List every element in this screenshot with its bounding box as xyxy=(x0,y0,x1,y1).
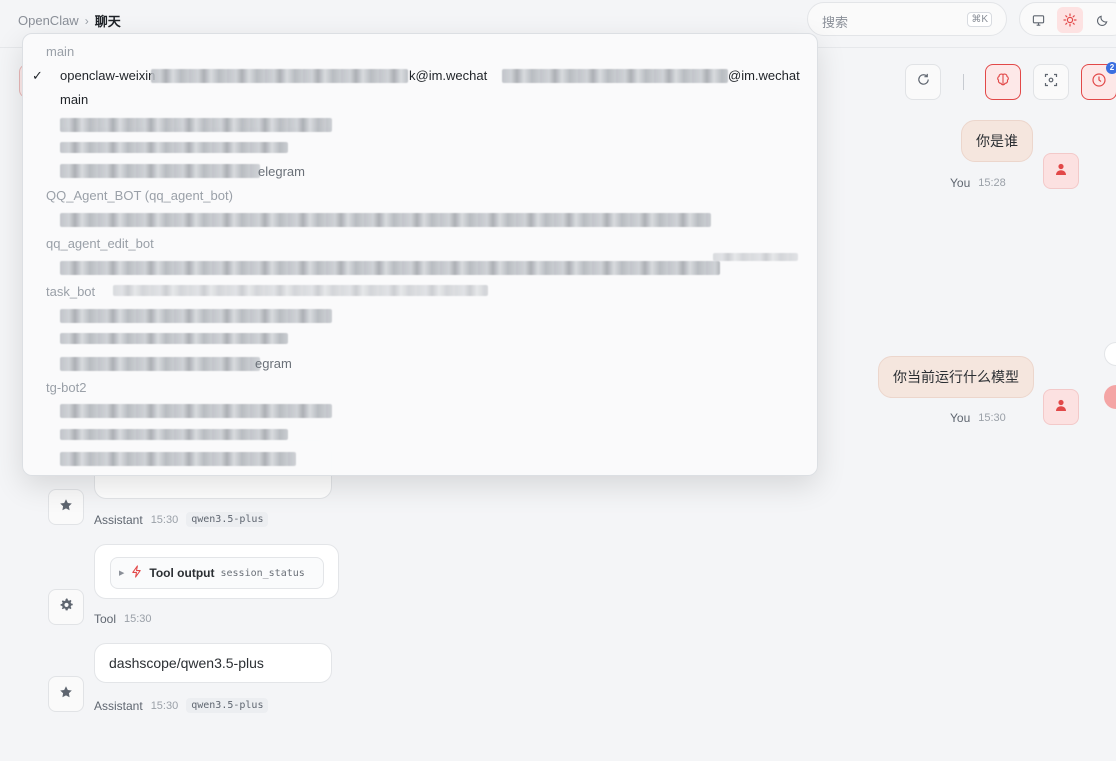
message-meta: You 15:28 xyxy=(950,176,1006,190)
redacted-text xyxy=(151,69,408,83)
floating-action-button[interactable] xyxy=(1104,385,1116,409)
redacted-item[interactable] xyxy=(60,118,332,132)
redacted-item[interactable] xyxy=(60,213,711,227)
message-time: 15:30 xyxy=(124,613,152,625)
avatar xyxy=(48,489,84,525)
dropdown-group-label: QQ_Agent_BOT (qq_agent_bot) xyxy=(46,188,233,203)
dropdown-item-suffix: egram xyxy=(255,356,292,371)
message-text: 你是谁 xyxy=(976,133,1018,149)
sender-name: Tool xyxy=(94,612,117,626)
avatar xyxy=(1043,153,1079,189)
redacted-item[interactable] xyxy=(60,429,288,440)
redacted-item[interactable] xyxy=(60,404,332,418)
redacted-item[interactable] xyxy=(60,333,288,344)
message-time: 15:28 xyxy=(978,177,1006,189)
sender-name: Assistant xyxy=(94,698,143,713)
avatar xyxy=(48,676,84,712)
dropdown-group-label: task_bot xyxy=(46,284,96,299)
toolbar-separator xyxy=(963,74,964,90)
star-icon xyxy=(59,685,73,704)
message-meta: Assistant 15:30 qwen3.5-plus xyxy=(94,698,269,713)
breadcrumb: OpenClaw › 聊天 xyxy=(18,11,121,30)
tool-name: session_status xyxy=(220,567,305,579)
redacted-text xyxy=(713,253,798,261)
model-badge: qwen3.5-plus xyxy=(186,512,269,527)
dropdown-item-suffix: k@im.wechat xyxy=(409,68,488,83)
refresh-icon xyxy=(916,72,931,92)
search-input[interactable]: 搜索 ⌘K xyxy=(807,2,1007,36)
message-text: 你当前运行什么模型 xyxy=(893,369,1019,385)
redacted-text xyxy=(113,285,488,296)
thinking-toggle-button[interactable] xyxy=(985,64,1021,100)
session-dropdown: main ✓ openclaw-weixin k@im.wechat @im.w… xyxy=(22,33,818,476)
notification-badge: 2 xyxy=(1106,62,1116,74)
user-message-bubble: 你当前运行什么模型 xyxy=(878,356,1034,398)
message-time: 15:30 xyxy=(150,513,179,526)
message-time: 15:30 xyxy=(150,699,179,712)
breadcrumb-separator: › xyxy=(84,13,89,28)
redacted-text xyxy=(502,69,728,83)
gear-icon xyxy=(59,597,74,617)
redacted-item[interactable] xyxy=(60,164,260,178)
breadcrumb-root[interactable]: OpenClaw xyxy=(18,13,79,28)
message-meta: Tool 15:30 xyxy=(94,612,152,626)
redacted-item[interactable] xyxy=(60,452,296,466)
sun-icon[interactable] xyxy=(1057,7,1083,33)
dropdown-item-suffix: @im.wechat xyxy=(728,68,800,83)
dropdown-group-label: qq_agent_edit_bot xyxy=(46,236,154,251)
message-time: 15:30 xyxy=(978,412,1006,424)
star-icon xyxy=(59,498,73,517)
sender-name: Assistant xyxy=(94,512,143,527)
redacted-item[interactable] xyxy=(60,357,260,371)
refresh-button[interactable] xyxy=(905,64,941,100)
dropdown-item-main[interactable]: main xyxy=(60,92,88,107)
focus-icon xyxy=(1044,73,1058,92)
redacted-item[interactable] xyxy=(60,261,720,275)
dropdown-group-label: main xyxy=(46,44,75,59)
message-text: dashscope/qwen3.5-plus xyxy=(109,655,264,671)
dropdown-item-selected[interactable]: openclaw-weixin xyxy=(60,68,155,83)
assistant-message-bubble: dashscope/qwen3.5-plus xyxy=(94,643,332,683)
user-message-bubble: 你是谁 xyxy=(961,120,1033,162)
sender-name: You xyxy=(950,176,971,190)
clock-icon xyxy=(1091,72,1107,93)
breadcrumb-current: 聊天 xyxy=(94,14,121,29)
user-icon xyxy=(1054,398,1068,417)
message-meta: Assistant 15:30 qwen3.5-plus xyxy=(94,512,269,527)
moon-icon[interactable] xyxy=(1089,7,1115,33)
cron-jobs-button[interactable]: 2 xyxy=(1081,62,1116,100)
tool-output-label: Tool output xyxy=(149,566,215,580)
model-badge: qwen3.5-plus xyxy=(186,698,269,713)
dropdown-item-suffix: elegram xyxy=(258,164,305,179)
user-icon xyxy=(1054,162,1068,181)
avatar xyxy=(48,589,84,625)
focus-mode-button[interactable] xyxy=(1033,64,1069,100)
tool-output-toggle[interactable]: ▶ Tool output session_status xyxy=(110,557,324,589)
dropdown-item-label: openclaw-weixin xyxy=(60,68,156,83)
check-icon: ✓ xyxy=(32,68,43,83)
brain-icon xyxy=(995,72,1011,93)
message-meta: You 15:30 xyxy=(950,411,1006,425)
monitor-icon[interactable] xyxy=(1025,7,1051,33)
redacted-item[interactable] xyxy=(60,309,332,323)
caret-right-icon: ▶ xyxy=(119,570,125,577)
spark-icon xyxy=(130,565,143,581)
floating-action-button[interactable] xyxy=(1104,342,1116,366)
sender-name: You xyxy=(950,411,971,425)
search-shortcut: ⌘K xyxy=(967,12,992,27)
dropdown-group-label: tg-bot2 xyxy=(46,380,87,395)
redacted-item[interactable] xyxy=(60,142,288,153)
theme-switcher xyxy=(1019,2,1116,36)
tool-message-card: ▶ Tool output session_status xyxy=(94,544,339,599)
avatar xyxy=(1043,389,1079,425)
search-placeholder: 搜索 xyxy=(822,15,849,30)
